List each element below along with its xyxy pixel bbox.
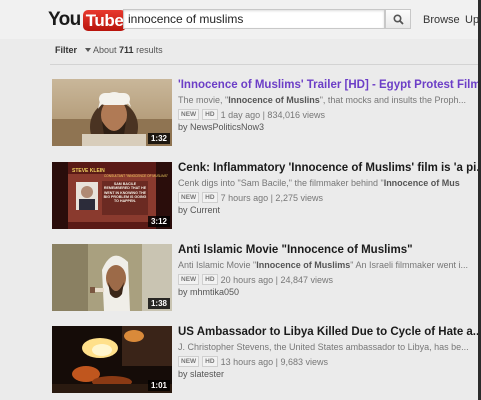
youtube-logo[interactable]: You Tube: [48, 9, 127, 31]
search-button[interactable]: [385, 9, 411, 29]
hd-badge: HD: [202, 192, 218, 203]
new-badge: NEW: [178, 109, 200, 120]
search-result[interactable]: 1:32 'Innocence of Muslims' Trailer [HD]…: [52, 79, 481, 151]
top-bar: You Tube innocence of muslims Browse Upl: [0, 0, 481, 39]
video-thumbnail[interactable]: 1:01: [52, 326, 172, 393]
divider: [50, 64, 481, 65]
desc-highlight: Innocence of Muslims: [256, 260, 351, 270]
video-thumbnail[interactable]: 1:38: [52, 244, 172, 311]
video-thumbnail[interactable]: 1:32: [52, 79, 172, 146]
thumb-caption: CONSULTANT "INNOCENCE OF MUSLIMS": [104, 174, 168, 178]
filter-label: Filter: [55, 45, 78, 55]
filter-dropdown[interactable]: Filter: [55, 45, 92, 55]
logo-you-text: You: [48, 9, 81, 30]
channel-link[interactable]: by slatester: [178, 369, 224, 379]
video-stats: 1 day ago | 834,016 views: [220, 109, 325, 120]
result-count: 711: [119, 45, 134, 55]
hd-badge: HD: [202, 109, 218, 120]
hd-badge: HD: [202, 274, 218, 285]
video-stats: 7 hours ago | 2,275 views: [220, 192, 323, 203]
new-badge: NEW: [178, 274, 200, 285]
search-icon: [392, 13, 404, 25]
search-input[interactable]: innocence of muslims: [123, 9, 385, 29]
hd-badge: HD: [202, 356, 218, 367]
about-prefix: About: [93, 45, 117, 55]
thumb-quote: SAM BACILE REMEMBERED THAT HE WENT IN KN…: [103, 182, 147, 204]
video-meta: NEW HD 1 day ago | 834,016 views: [178, 109, 325, 120]
desc-text: ", that mocks and insults the Proph...: [319, 95, 467, 105]
desc-text: The movie, ": [178, 95, 229, 105]
channel-link[interactable]: by mhmtika050: [178, 287, 239, 297]
video-description: Anti Islamic Movie "Innocence of Muslims…: [178, 260, 481, 270]
video-stats: 13 hours ago | 9,683 views: [220, 356, 328, 367]
video-duration: 1:32: [147, 133, 170, 144]
new-badge: NEW: [178, 356, 200, 367]
video-description: The movie, "Innocence of Muslins", that …: [178, 95, 481, 105]
chevron-down-icon: [85, 48, 92, 52]
filter-bar: Filter About 711 results: [0, 39, 481, 63]
channel-link[interactable]: by NewsPoliticsNow3: [178, 122, 264, 132]
result-count-text: About 711 results: [93, 45, 163, 55]
new-badge: NEW: [178, 192, 200, 203]
video-title-link[interactable]: 'Innocence of Muslims' Trailer [HD] - Eg…: [178, 79, 481, 91]
video-meta: NEW HD 7 hours ago | 2,275 views: [178, 192, 323, 203]
thumb-caption: STEVE KLEIN: [72, 168, 105, 174]
video-duration: 3:12: [147, 216, 170, 227]
desc-highlight: Innocence of Muslins: [228, 95, 320, 105]
video-description: Cenk digs into "Sam Bacile," the filmmak…: [178, 178, 481, 188]
video-duration: 1:01: [147, 380, 170, 391]
logo-tube-text: Tube: [82, 9, 127, 31]
search-result[interactable]: 1:01 US Ambassador to Libya Killed Due t…: [52, 326, 481, 398]
desc-text: Cenk digs into "Sam Bacile," the filmmak…: [178, 178, 384, 188]
video-description: J. Christopher Stevens, the United State…: [178, 342, 481, 352]
video-duration: 1:38: [147, 298, 170, 309]
search-result[interactable]: STEVE KLEIN CONSULTANT "INNOCENCE OF MUS…: [52, 162, 481, 234]
search-result[interactable]: 1:38 Anti Islamic Movie "Innocence of Mu…: [52, 244, 481, 316]
video-thumbnail[interactable]: STEVE KLEIN CONSULTANT "INNOCENCE OF MUS…: [52, 162, 172, 229]
video-meta: NEW HD 20 hours ago | 24,847 views: [178, 274, 333, 285]
video-stats: 20 hours ago | 24,847 views: [220, 274, 333, 285]
desc-text: " An Israeli filmmaker went i...: [350, 260, 468, 270]
video-meta: NEW HD 13 hours ago | 9,683 views: [178, 356, 328, 367]
video-title-link[interactable]: Cenk: Inflammatory 'Innocence of Muslims…: [178, 162, 481, 174]
video-title-link[interactable]: Anti Islamic Movie "Innocence of Muslims…: [178, 244, 481, 256]
desc-highlight: Innocence of Mus: [383, 178, 460, 188]
desc-text: Anti Islamic Movie ": [178, 260, 257, 270]
video-title-link[interactable]: US Ambassador to Libya Killed Due to Cyc…: [178, 326, 481, 338]
about-suffix: results: [136, 45, 163, 55]
channel-link[interactable]: by Current: [178, 205, 220, 215]
desc-text: J. Christopher Stevens, the United State…: [178, 342, 469, 352]
browse-link[interactable]: Browse: [423, 14, 460, 26]
